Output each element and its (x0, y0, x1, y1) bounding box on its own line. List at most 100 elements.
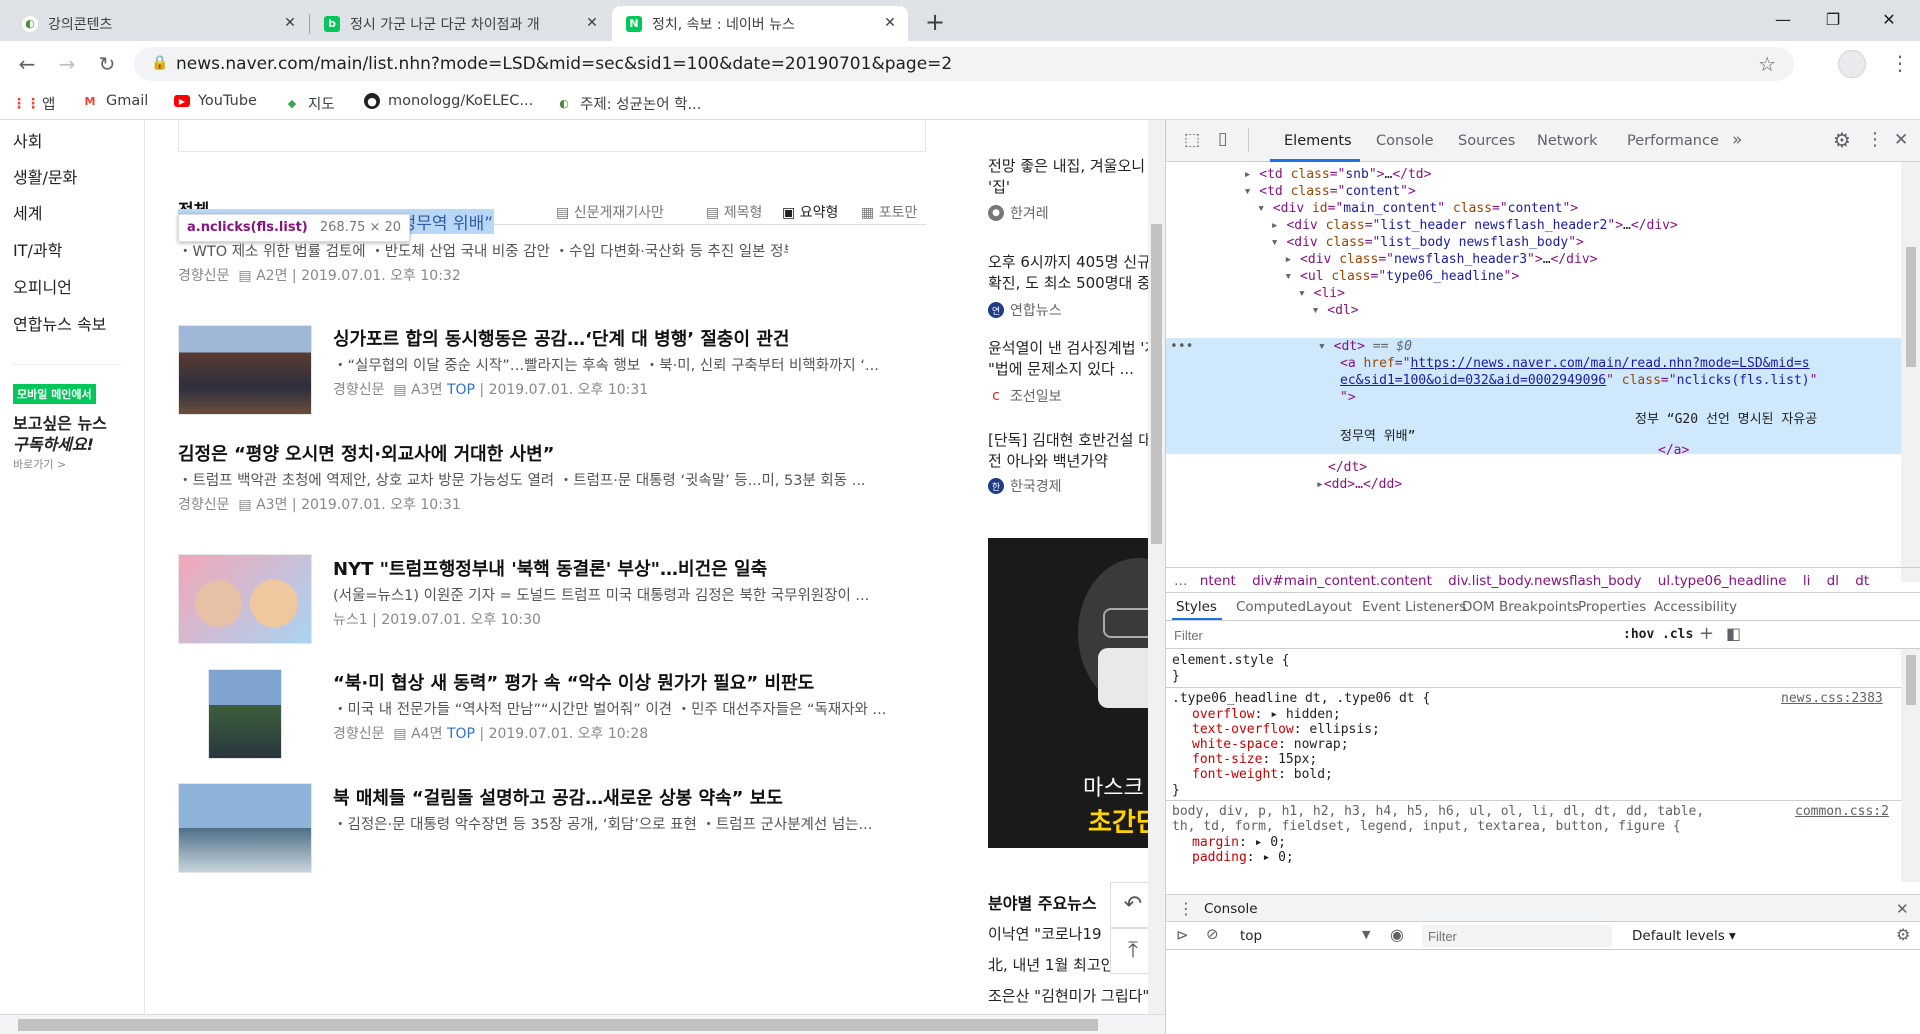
anchor-open[interactable]: <a href="https://news.naver.com/main/rea… (1340, 356, 1810, 371)
device-toolbar-icon[interactable]: ▯ (1218, 129, 1227, 149)
avatar[interactable] (1838, 50, 1866, 78)
nav-item-culture[interactable]: 생활/문화 (13, 164, 77, 188)
bookmark-gmail[interactable]: M Gmail (82, 93, 149, 109)
css-value[interactable]: ▸ 0; (1262, 850, 1293, 865)
video-thumbnail[interactable]: 마스크 초간단 (988, 538, 1165, 848)
side-news-title[interactable]: [단독] 김대현 호반건설 대전 아나와 백년가약 (988, 430, 1165, 472)
dom-node[interactable]: ▾ <td class="content"> (1244, 183, 1920, 200)
new-tab-icon[interactable]: + (925, 8, 945, 36)
page-hscrollbar[interactable] (0, 1014, 1165, 1034)
sort-print-only[interactable]: ▤ 신문게재기사만 (556, 202, 664, 222)
close-drawer-icon[interactable]: ✕ (1896, 900, 1909, 918)
css-property[interactable]: font-size (1192, 752, 1262, 767)
more-menu-icon[interactable]: ⋮ (1890, 51, 1910, 75)
tab-2[interactable]: N 정치, 속보 : 네이버 뉴스 ✕ (612, 6, 908, 41)
article-thumbnail[interactable] (178, 325, 312, 415)
dom-node[interactable]: ▾ <ul class="type06_headline"> (1284, 268, 1920, 285)
css-value[interactable]: ellipsis; (1309, 722, 1379, 737)
href-link[interactable]: https://news.naver.com/main/read.nhn?mod… (1410, 356, 1809, 371)
css-value[interactable]: nowrap; (1294, 737, 1349, 752)
add-rule-icon[interactable]: + (1699, 623, 1714, 644)
bookmark-star-icon[interactable]: ☆ (1758, 52, 1776, 76)
page-scrollbar[interactable] (1148, 120, 1165, 1014)
tab-console[interactable]: Console (1376, 133, 1434, 149)
bookmark-topic[interactable]: ◐ 주제: 성균논어 학... (556, 93, 701, 114)
css-value[interactable]: ▸ 0; (1255, 835, 1286, 850)
dom-node[interactable]: ▾ <dl> (1312, 302, 1920, 319)
context-select[interactable]: top (1240, 928, 1262, 944)
close-icon[interactable]: ✕ (1894, 130, 1908, 150)
console-drawer-tab[interactable]: Console (1204, 901, 1258, 917)
tab-styles[interactable]: Styles (1176, 599, 1217, 615)
log-levels-select[interactable]: Default levels ▾ (1632, 928, 1736, 944)
css-source-link[interactable]: news.css:2383 (1781, 691, 1883, 706)
css-property[interactable]: font-weight (1192, 767, 1278, 782)
dom-node[interactable]: ▸ <div class="list_header newsflash_head… (1271, 217, 1920, 234)
address-bar[interactable]: 🔒 news.naver.com/main/list.nhn?mode=LSD&… (134, 47, 1794, 81)
tab-dom-breakpoints[interactable]: DOM Breakpoints (1462, 599, 1579, 615)
css-property[interactable]: white-space (1192, 737, 1278, 752)
bookmark-youtube[interactable]: ▶ YouTube (174, 93, 257, 109)
more-tabs-icon[interactable]: » (1732, 130, 1742, 150)
tab-computed[interactable]: Computed (1236, 599, 1306, 615)
article-thumbnail[interactable] (178, 783, 312, 873)
tab-0[interactable]: ◐ 강의콘텐츠 ✕ (8, 6, 308, 41)
expand-arrow-icon[interactable]: ▾ (1298, 286, 1314, 301)
styles-filter-input[interactable] (1170, 624, 1610, 646)
tab-layout[interactable]: Layout (1306, 599, 1352, 615)
section2-item[interactable]: 조은산 "김현미가 그립다" (988, 986, 1165, 1007)
breadcrumb-item[interactable]: div.list_body.newsflash_body (1448, 573, 1641, 589)
dom-node[interactable]: ▾ <li> (1298, 285, 1920, 302)
dd-node[interactable]: <dd>…</dd> (1324, 477, 1402, 492)
expand-arrow-icon[interactable]: ▾ (1244, 184, 1260, 199)
bookmark-apps[interactable]: ⋮⋮ 앱 (12, 93, 55, 114)
tab-event-listeners[interactable]: Event Listeners (1362, 599, 1466, 615)
cls-toggle[interactable]: .cls (1662, 627, 1693, 642)
article-thumbnail[interactable] (208, 669, 282, 759)
breadcrumb-item[interactable]: dl (1827, 573, 1839, 589)
styles-scrollbar[interactable] (1901, 649, 1920, 882)
gear-icon[interactable]: ⚙ (1833, 128, 1851, 152)
expand-arrow-icon[interactable]: ▾ (1284, 269, 1300, 284)
article-thumbnail[interactable] (178, 554, 312, 644)
maximize-icon[interactable]: ❐ (1810, 6, 1856, 34)
expand-arrow-icon[interactable]: ▾ (1257, 201, 1273, 216)
close-tab-icon[interactable]: ✕ (882, 15, 898, 31)
expand-arrow-icon[interactable]: ▸ (1284, 252, 1300, 267)
css-value[interactable]: bold; (1294, 767, 1333, 782)
close-tab-icon[interactable]: ✕ (282, 15, 298, 31)
article-title[interactable]: 싱가포르 합의 동시행동은 공감…‘단계 대 병행’ 절충이 관건 (333, 325, 789, 351)
article-title[interactable]: “북·미 협상 새 동력” 평가 속 “악수 이상 뭔가가 필요” 비판도 (333, 669, 814, 695)
nav-item-society[interactable]: 사회 (13, 128, 42, 152)
css-property[interactable]: overflow (1192, 707, 1255, 722)
nav-item-opinion[interactable]: 오피니언 (13, 274, 72, 298)
console-filter-input[interactable] (1422, 925, 1612, 947)
css-source-link[interactable]: common.css:2 (1795, 804, 1889, 819)
tab-elements[interactable]: Elements (1284, 133, 1352, 149)
tab-sources[interactable]: Sources (1458, 133, 1515, 149)
drawer-menu-icon[interactable]: ⋮ (1178, 899, 1194, 918)
clear-console-icon[interactable]: ⊘ (1206, 925, 1219, 943)
css-value[interactable]: ▸ hidden; (1270, 707, 1340, 722)
article-title[interactable]: 북 매체들 “걸림돌 설명하고 공감…새로운 상봉 약속” 보도 (333, 784, 783, 810)
chevron-down-icon[interactable]: ▼ (1362, 928, 1370, 941)
dom-node[interactable]: ▸ <td class="snb">…</td> (1244, 166, 1920, 183)
nav-item-world[interactable]: 세계 (13, 200, 42, 224)
minimize-icon[interactable]: — (1760, 6, 1806, 34)
close-window-icon[interactable]: ✕ (1866, 6, 1912, 34)
sort-summary[interactable]: ▣ 요약형 (782, 202, 838, 222)
inspect-element-icon[interactable]: ⬚ (1184, 130, 1200, 150)
tab-network[interactable]: Network (1537, 133, 1598, 149)
breadcrumb-item[interactable]: ul.type06_headline (1658, 573, 1787, 589)
close-tab-icon[interactable]: ✕ (584, 15, 600, 31)
expand-arrow-icon[interactable]: ▸ (1271, 218, 1287, 233)
breadcrumb-item[interactable]: … (1174, 573, 1188, 589)
tab-properties[interactable]: Properties (1578, 599, 1646, 615)
css-property[interactable]: padding (1192, 850, 1247, 865)
back-icon[interactable]: ← (12, 49, 42, 79)
promo-link[interactable]: 바로가기 > (13, 456, 66, 472)
tab-performance[interactable]: Performance (1627, 133, 1719, 149)
eye-icon[interactable]: ◉ (1390, 925, 1404, 944)
breadcrumb-item[interactable]: li (1803, 573, 1811, 589)
bookmark-maps[interactable]: ◆ 지도 (284, 93, 335, 114)
